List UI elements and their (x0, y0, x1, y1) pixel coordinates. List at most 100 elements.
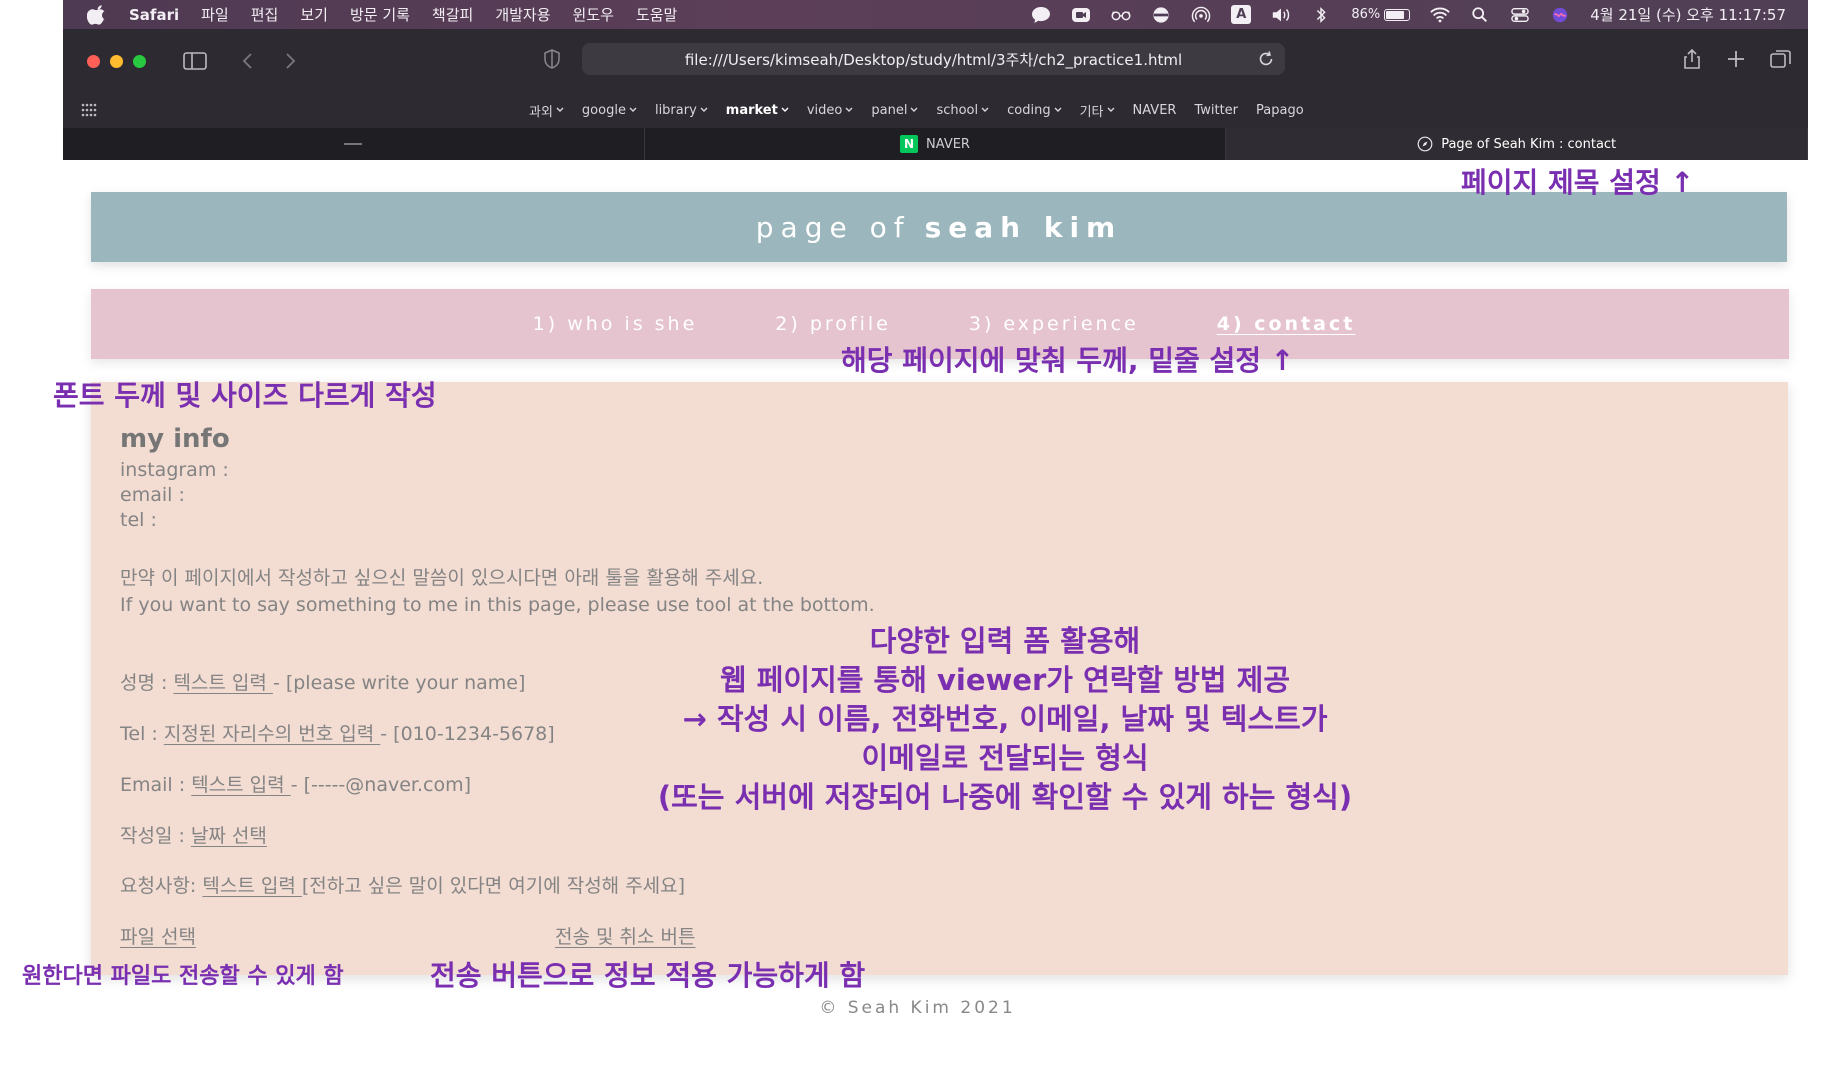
apple-icon[interactable] (87, 4, 107, 25)
favorite-item[interactable]: NAVER (1133, 103, 1177, 118)
tel-input[interactable]: 지정된 자리수의 번호 입력 (164, 723, 380, 745)
favorite-label: NAVER (1132, 102, 1177, 118)
favorite-label: google (581, 102, 626, 118)
favorite-label: school (936, 102, 979, 118)
favorite-item[interactable]: Twitter (1194, 103, 1238, 118)
nav-profile[interactable]: 2) profile (775, 313, 891, 335)
app-name-menu[interactable]: Safari (129, 6, 179, 24)
favorite-label: market (725, 102, 778, 118)
siri-icon[interactable] (1550, 6, 1570, 24)
browser-toolbar: file:///Users/kimseah/Desktop/study/html… (63, 29, 1808, 93)
chevron-down-icon (781, 107, 789, 112)
annotation-form-line: 다양한 입력 폼 활용해 (869, 624, 1141, 658)
menu-file[interactable]: 파일 (201, 4, 229, 25)
favorite-item[interactable]: Papago (1256, 103, 1304, 118)
info-list: instagram : email : tel : (120, 458, 229, 533)
form-row-date: 작성일 : 날짜 선택 (120, 821, 267, 848)
airdrop-icon[interactable] (1191, 6, 1211, 24)
zoom-window-button[interactable] (133, 54, 146, 68)
favorite-item[interactable]: school (936, 103, 989, 118)
menu-edit[interactable]: 편집 (251, 4, 279, 25)
tab-contact-label: Page of Seah Kim : contact (1441, 136, 1617, 152)
close-window-button[interactable] (87, 54, 100, 68)
privacy-shield-icon[interactable] (543, 49, 561, 69)
tel-hint: - [010-1234-5678] (380, 723, 555, 745)
date-label: 작성일 : (120, 825, 191, 847)
glasses-icon[interactable] (1111, 6, 1131, 24)
email-hint: - [-----@naver.com] (290, 774, 471, 796)
sidebar-toggle-icon[interactable] (182, 50, 208, 72)
compass-icon (1417, 136, 1433, 152)
tab-overview-icon[interactable] (1768, 48, 1794, 70)
menubar-clock[interactable]: 4월 21일 (수) 오후 11:17:57 (1590, 4, 1786, 25)
favorite-label: 기타 (1079, 104, 1104, 120)
favorite-item[interactable]: google (582, 103, 637, 118)
request-label: 요청사항: (120, 875, 203, 897)
form-row-tel: Tel : 지정된 자리수의 번호 입력 - [010-1234-5678] (120, 719, 555, 746)
favorite-label: Twitter (1194, 102, 1239, 118)
date-input[interactable]: 날짜 선택 (191, 825, 267, 847)
battery-level (1386, 10, 1405, 19)
email-input[interactable]: 텍스트 입력 (191, 774, 290, 796)
facetime-icon[interactable] (1071, 6, 1091, 24)
macos-menubar: Safari 파일 편집 보기 방문 기록 책갈피 개발자용 윈도우 도움말 A… (63, 0, 1808, 29)
site-title-light: page of (755, 210, 911, 244)
nav-contact[interactable]: 4) contact (1217, 313, 1356, 335)
new-tab-icon[interactable] (1723, 48, 1749, 70)
favorite-item[interactable]: video (807, 103, 854, 118)
favorite-item[interactable]: panel (871, 103, 918, 118)
menu-bookmarks[interactable]: 책갈피 (432, 4, 473, 25)
favorite-label: library (654, 102, 697, 118)
favorite-item[interactable]: 기타 (1080, 101, 1115, 120)
wifi-icon[interactable] (1430, 6, 1450, 24)
favorite-item[interactable]: market (726, 103, 789, 118)
tab-naver[interactable]: N NAVER (644, 128, 1227, 160)
vpn-icon[interactable] (1151, 6, 1171, 24)
favorites-bar: 과외 google library market video panel school cod… (63, 96, 1808, 124)
minimize-window-button[interactable] (110, 54, 123, 68)
messages-icon[interactable] (1031, 6, 1051, 24)
nav-who-is-she[interactable]: 1) who is she (533, 313, 698, 335)
form-row-submit: 전송 및 취소 버튼 (555, 922, 695, 949)
tab-contact[interactable]: Page of Seah Kim : contact (1226, 128, 1809, 160)
battery-status[interactable]: 86% (1351, 7, 1411, 22)
name-input[interactable]: 텍스트 입력 (173, 672, 272, 694)
favorites-grid-icon[interactable] (81, 103, 97, 117)
menu-window[interactable]: 윈도우 (573, 4, 614, 25)
nav-experience[interactable]: 3) experience (969, 313, 1139, 335)
input-source-indicator[interactable]: A (1231, 5, 1252, 24)
tab-blank[interactable] (63, 128, 645, 160)
share-icon[interactable] (1679, 48, 1705, 70)
address-bar[interactable]: file:///Users/kimseah/Desktop/study/html… (582, 43, 1285, 75)
submit-cancel-button[interactable]: 전송 및 취소 버튼 (555, 926, 695, 948)
menu-develop[interactable]: 개발자용 (495, 4, 550, 25)
favorite-item[interactable]: library (655, 103, 708, 118)
favorite-item[interactable]: coding (1007, 103, 1062, 118)
request-input[interactable]: 텍스트 입력 (202, 875, 301, 897)
control-center-icon[interactable] (1510, 6, 1530, 24)
volume-icon[interactable] (1271, 6, 1291, 24)
file-select-button[interactable]: 파일 선택 (120, 926, 196, 948)
reload-icon[interactable] (1257, 50, 1275, 68)
info-email: email : (120, 484, 185, 506)
menubar-status-area: A 86% 4월 21일 (수) 오후 11:17:57 (1031, 4, 1808, 25)
menu-view[interactable]: 보기 (300, 4, 328, 25)
blank-tab-placeholder (344, 143, 363, 145)
spotlight-search-icon[interactable] (1470, 6, 1490, 24)
menu-history[interactable]: 방문 기록 (350, 4, 410, 25)
battery-percent: 86% (1351, 7, 1381, 22)
site-header: page of seah kim (91, 192, 1787, 262)
info-instagram: instagram : (120, 459, 229, 481)
contact-message-en: If you want to say something to me in th… (120, 594, 875, 616)
site-title-bold: seah kim (924, 210, 1123, 244)
window-controls (87, 54, 146, 68)
forward-icon[interactable] (276, 50, 302, 72)
back-icon[interactable] (236, 50, 262, 72)
bluetooth-icon[interactable] (1311, 6, 1331, 24)
chevron-down-icon (1107, 107, 1115, 112)
chevron-down-icon (1054, 107, 1062, 112)
annotation-file: 원한다면 파일도 전송할 수 있게 함 (22, 964, 344, 989)
safari-window: Safari 파일 편집 보기 방문 기록 책갈피 개발자용 윈도우 도움말 A… (63, 0, 1809, 160)
menu-help[interactable]: 도움말 (636, 4, 677, 25)
favorite-item[interactable]: 과외 (529, 101, 564, 120)
